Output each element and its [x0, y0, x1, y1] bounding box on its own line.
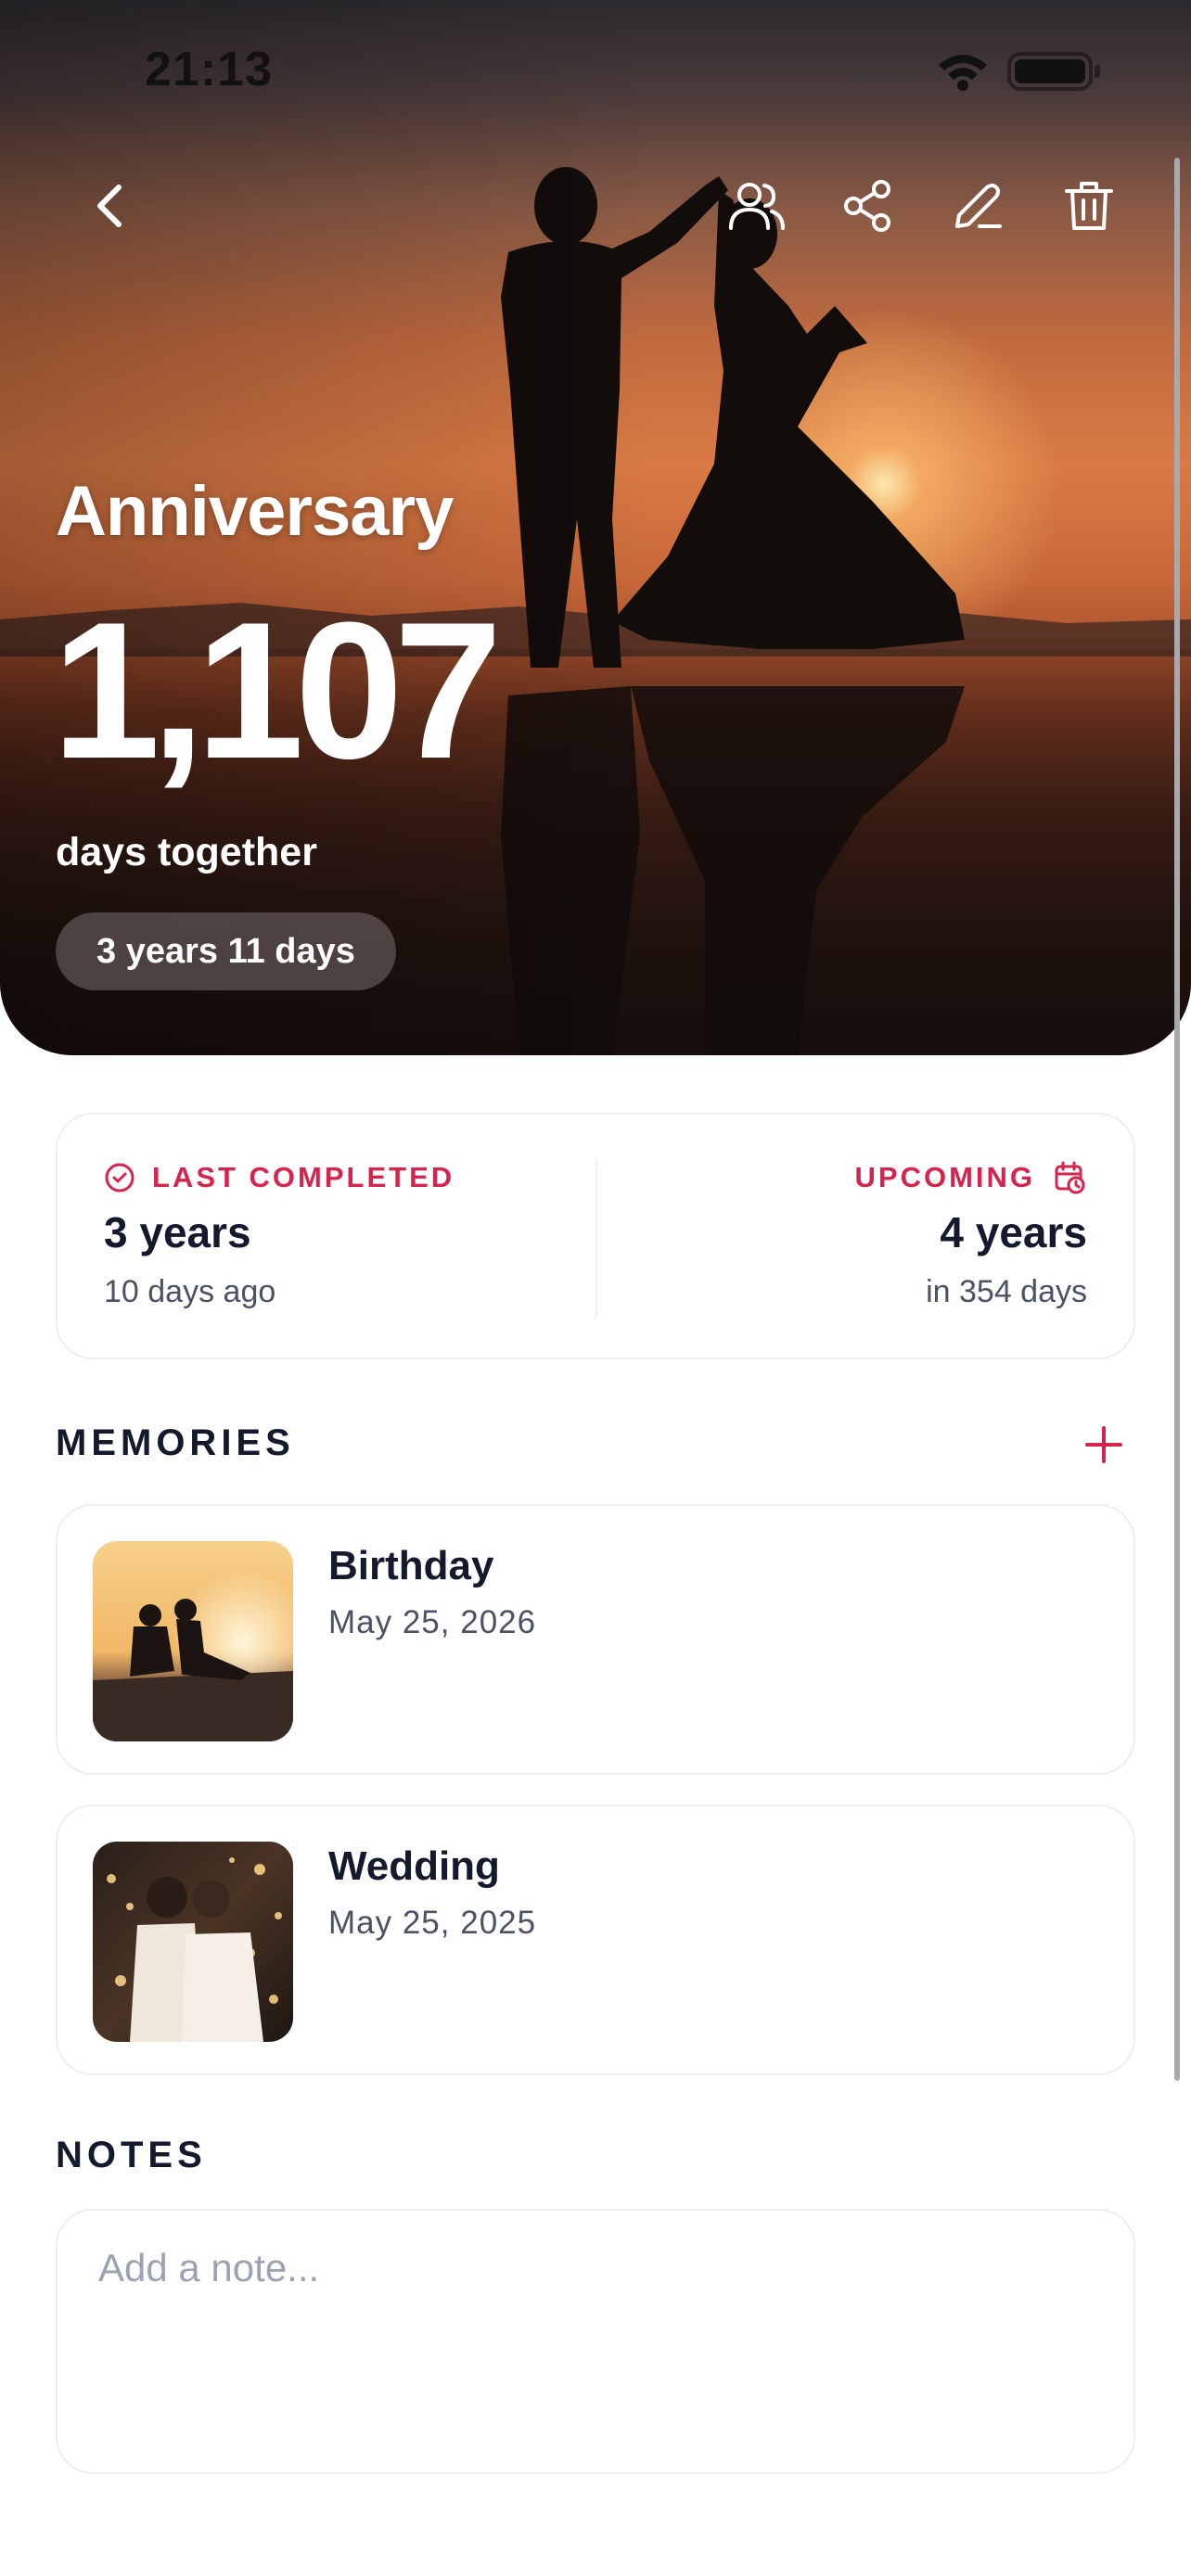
back-button[interactable]	[78, 174, 141, 237]
stats-divider	[596, 1159, 597, 1317]
memory-title: Birthday	[328, 1543, 494, 1588]
share-button[interactable]	[837, 174, 900, 237]
signal-icon	[852, 74, 906, 83]
upcoming-label: UPCOMING	[854, 1161, 1035, 1193]
check-circle-icon	[105, 1163, 134, 1192]
delete-button[interactable]	[1057, 174, 1121, 237]
upcoming-detail: in 354 days	[926, 1274, 1087, 1309]
wifi-icon	[939, 55, 987, 91]
notes-heading: NOTES	[56, 2135, 207, 2175]
upcoming-value: 4 years	[940, 1208, 1087, 1256]
add-memory-button[interactable]	[1078, 1419, 1130, 1471]
duration-badge: 3 years 11 days	[56, 912, 396, 990]
trash-icon	[1065, 182, 1113, 230]
memory-date: May 25, 2026	[328, 1604, 537, 1640]
battery-icon	[1007, 52, 1100, 91]
days-count: 1,107	[52, 581, 503, 799]
last-completed-value: 3 years	[104, 1208, 251, 1256]
memory-thumbnail	[93, 1541, 293, 1741]
status-time: 21:13	[145, 43, 273, 96]
days-together-label: days together	[56, 830, 317, 874]
event-title: Anniversary	[56, 472, 454, 551]
last-completed-section: LAST COMPLETED 3 years 10 days ago	[104, 1161, 455, 1310]
upcoming-section: UPCOMING 4 years in 354 days	[855, 1161, 1088, 1310]
notes-box	[56, 2209, 1135, 2474]
last-completed-detail: 10 days ago	[104, 1274, 276, 1309]
note-input[interactable]	[96, 2244, 1093, 2433]
memory-title: Wedding	[328, 1843, 500, 1889]
memory-thumbnail	[93, 1842, 293, 2042]
scrollbar[interactable]	[1174, 158, 1180, 2081]
people-icon	[729, 183, 785, 230]
partners-button[interactable]	[725, 174, 788, 237]
share-icon	[844, 180, 890, 232]
memory-date: May 25, 2025	[328, 1905, 537, 1941]
milestone-card: LAST COMPLETED 3 years 10 days ago UPCOM…	[56, 1113, 1135, 1359]
memory-card-birthday[interactable]: Birthday May 25, 2026	[56, 1504, 1135, 1775]
memory-card-wedding[interactable]: Wedding May 25, 2025	[56, 1804, 1135, 2075]
chevron-left-icon	[97, 185, 122, 227]
pencil-icon	[955, 184, 1002, 228]
last-completed-label: LAST COMPLETED	[152, 1161, 455, 1193]
edit-button[interactable]	[946, 174, 1009, 237]
calendar-clock-icon	[1055, 1161, 1085, 1194]
memories-heading: MEMORIES	[56, 1422, 295, 1463]
plus-icon	[1085, 1426, 1122, 1463]
status-icons	[852, 48, 1102, 97]
